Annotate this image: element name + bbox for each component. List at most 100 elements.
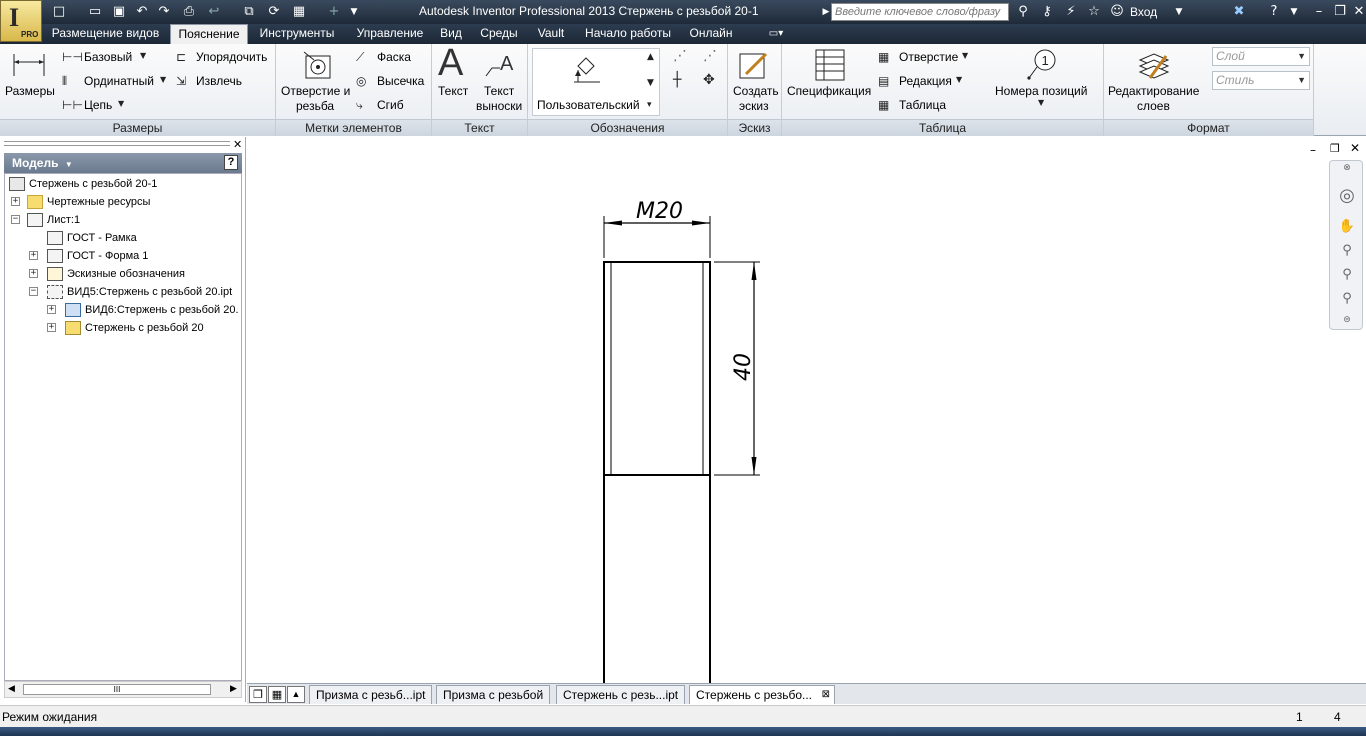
tab-vault[interactable]: Vault (532, 24, 570, 44)
tab-tools[interactable]: Инструменты (252, 24, 342, 44)
surface-texture-icon[interactable] (570, 54, 604, 88)
gallery-up-icon[interactable]: ▲ (647, 52, 654, 62)
revision-table-button[interactable]: Редакция (899, 74, 952, 89)
drawing-canvas[interactable]: – ❐ ✕ M20 40 (247, 138, 1366, 683)
browser-close-icon[interactable]: ✕ (233, 138, 242, 151)
doc-tab-3[interactable]: Стержень с резь...ipt (556, 685, 686, 704)
balloon-icon[interactable]: 1 (1027, 48, 1061, 82)
add-icon[interactable]: + (325, 3, 343, 21)
maximize-icon[interactable]: ❐ (1331, 3, 1349, 21)
gallery-down-icon[interactable]: ▼ (647, 78, 654, 88)
expand-icon[interactable]: + (47, 323, 56, 332)
gallery-expand-icon[interactable]: ▾ (647, 100, 652, 110)
doc-close-icon[interactable]: ✕ (1350, 141, 1360, 155)
open-icon[interactable]: ▭ (86, 3, 104, 21)
parts-list-icon[interactable] (814, 48, 846, 82)
balloon-button[interactable]: Номера позиций (995, 84, 1087, 99)
search-input[interactable]: Введите ключевое слово/фразу (831, 3, 1009, 21)
leader-text-line1[interactable]: Текст (484, 84, 514, 99)
dimension-button[interactable]: Размеры (5, 84, 55, 99)
style-select[interactable]: Стиль ▼ (1212, 71, 1310, 90)
doc-tab-4[interactable]: Стержень с резьбо... ⊠ (689, 685, 836, 704)
text-icon[interactable]: A (438, 42, 463, 85)
binoculars-icon[interactable]: ⚲ (1014, 3, 1032, 21)
baseline-dropdown-icon[interactable]: ▼ (140, 51, 146, 60)
browser-header[interactable]: Модель ▼ ? (4, 153, 242, 173)
app-logo[interactable]: I PRO (0, 0, 42, 42)
exchange-icon[interactable]: ✖ (1230, 3, 1248, 21)
expand-icon[interactable]: + (29, 269, 38, 278)
layer-dropdown-icon[interactable]: ▼ (1297, 48, 1306, 65)
tab-view[interactable]: Вид (436, 24, 466, 44)
ordinate-button[interactable]: Ординатный (84, 74, 154, 89)
drawing-view[interactable]: M20 40 (247, 138, 847, 683)
edit-layers-icon[interactable] (1136, 48, 1170, 82)
centerline-icon[interactable]: ⋰ (673, 48, 687, 64)
doc-tab-2[interactable]: Призма с резьбой (436, 685, 551, 704)
new-icon[interactable]: □ (50, 3, 68, 21)
tab-online[interactable]: Онлайн (684, 24, 738, 44)
scroll-thumb[interactable]: III (23, 684, 211, 695)
key-icon[interactable]: ⚷ (1038, 3, 1056, 21)
tab-environments[interactable]: Среды (476, 24, 522, 44)
retrieve-button[interactable]: Извлечь (196, 74, 242, 89)
chain-button[interactable]: Цепь (84, 98, 112, 113)
star-icon[interactable]: ☆ (1085, 3, 1103, 21)
user-icon[interactable]: ☺ (1108, 3, 1126, 21)
create-sketch-line2[interactable]: эскиз (739, 99, 769, 114)
scroll-right-icon[interactable]: ▶ (230, 683, 237, 694)
create-sketch-line1[interactable]: Создать (733, 84, 779, 99)
login-dropdown-icon[interactable]: ▼ (1170, 3, 1188, 21)
login-link[interactable]: Вход (1130, 5, 1157, 19)
tab-place-views[interactable]: Размещение видов (48, 24, 163, 44)
punch-button[interactable]: Высечка (377, 74, 424, 89)
expand-icon[interactable]: + (47, 305, 56, 314)
tile-icon[interactable]: ▦ (268, 686, 286, 703)
browser-grip[interactable] (4, 141, 230, 146)
centered-pattern-icon[interactable]: ✥ (703, 72, 715, 88)
expand-icon[interactable]: + (29, 251, 38, 260)
tab-manage[interactable]: Управление (350, 24, 430, 44)
ordinate-dropdown-icon[interactable]: ▼ (160, 75, 166, 84)
tab-get-started[interactable]: Начало работы (580, 24, 676, 44)
edit-layers-line1[interactable]: Редактирование (1108, 84, 1199, 99)
hole-table-dropdown-icon[interactable]: ▼ (962, 51, 968, 60)
close-icon[interactable]: ✕ (1350, 3, 1366, 21)
update-icon[interactable]: ⟳ (265, 3, 283, 21)
satellite-icon[interactable]: ⚡ (1062, 3, 1080, 21)
doc-list-icon[interactable]: ▲ (287, 686, 305, 703)
browser-header-dropdown-icon[interactable]: ▼ (65, 160, 73, 169)
hole-thread-line2[interactable]: резьба (296, 99, 334, 114)
customize-dropdown-icon[interactable]: ▼ (345, 3, 363, 21)
leader-text-line2[interactable]: выноски (476, 99, 522, 114)
text-button[interactable]: Текст (438, 84, 468, 99)
center-mark-icon[interactable]: ┼ (673, 72, 681, 88)
project-icon[interactable]: ⧉ (240, 3, 258, 21)
collapse-icon[interactable]: − (11, 215, 20, 224)
save-icon[interactable]: ▣ (110, 3, 128, 21)
ribbon-options-icon[interactable]: ▭▾ (762, 24, 790, 44)
doc-restore-icon[interactable]: ❐ (1330, 142, 1340, 155)
chamfer-button[interactable]: Фаска (377, 50, 411, 65)
minimize-icon[interactable]: – (1310, 3, 1328, 21)
steering-wheel-icon[interactable]: ◎ (1338, 185, 1356, 206)
zoom-icon[interactable]: ⚲ (1338, 243, 1356, 261)
style-dropdown-icon[interactable]: ▼ (1297, 72, 1306, 89)
balloon-dropdown-icon[interactable]: ▼ (1038, 98, 1044, 107)
layer-select[interactable]: Слой ▼ (1212, 47, 1310, 66)
hole-table-button[interactable]: Отверстие (899, 50, 958, 65)
tab-annotate[interactable]: Пояснение (170, 24, 248, 44)
create-sketch-icon[interactable] (738, 50, 770, 82)
navbar-close-icon[interactable]: ⊗ (1338, 163, 1356, 181)
zoom-all-icon[interactable]: ⚲ (1338, 267, 1356, 285)
baseline-button[interactable]: Базовый (84, 50, 132, 65)
centerline-bisector-icon[interactable]: ⋰ (703, 48, 717, 64)
return-icon[interactable]: ↩ (205, 3, 223, 21)
browser-help-icon[interactable]: ? (224, 155, 238, 170)
material-icon[interactable]: ▦ (290, 3, 308, 21)
doc-minimize-icon[interactable]: – (1310, 143, 1316, 157)
help-dropdown-icon[interactable]: ▼ (1285, 3, 1303, 21)
doc-tab-close-icon[interactable]: ⊠ (822, 686, 830, 704)
hole-thread-icon[interactable] (302, 50, 334, 82)
scroll-left-icon[interactable]: ◀ (8, 683, 15, 694)
